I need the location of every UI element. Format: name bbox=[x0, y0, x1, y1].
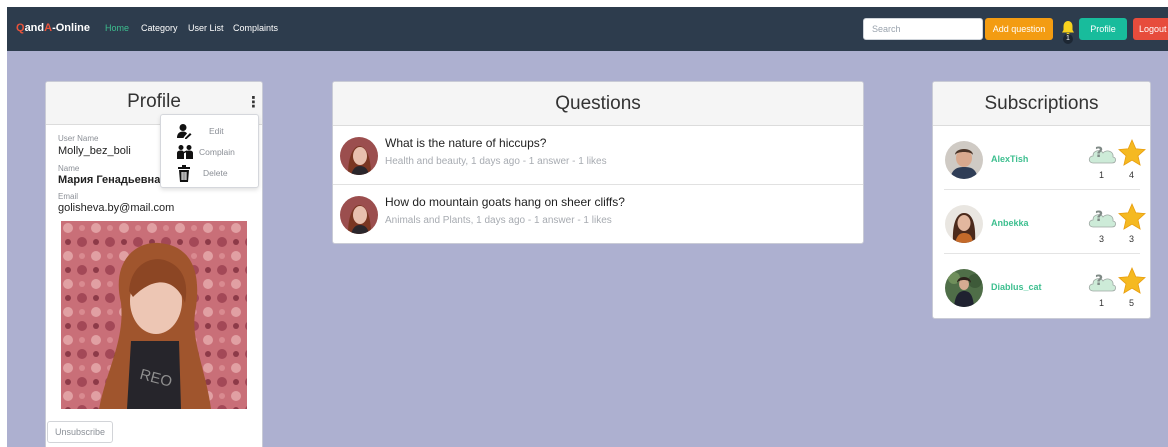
subscription-avatar[interactable] bbox=[945, 141, 983, 179]
trash-icon bbox=[178, 165, 190, 182]
subscription-divider bbox=[944, 189, 1140, 190]
dropdown-delete[interactable]: Delete bbox=[161, 163, 260, 184]
username-value: Molly_bez_boli bbox=[58, 145, 131, 157]
question-author-avatar bbox=[340, 196, 378, 234]
nav-user-list[interactable]: User List bbox=[188, 23, 224, 33]
add-question-button[interactable]: Add question bbox=[985, 18, 1053, 40]
brand-and: and bbox=[24, 22, 45, 34]
subscription-item: Anbekka ? 3 3 bbox=[933, 196, 1150, 260]
subscription-name[interactable]: Diablus_cat bbox=[991, 282, 1042, 292]
subscription-name[interactable]: AlexTish bbox=[991, 154, 1028, 164]
svg-text:?: ? bbox=[1095, 273, 1103, 289]
questions-count: 3 bbox=[1099, 234, 1105, 244]
complain-icon bbox=[177, 145, 193, 159]
dropdown-edit[interactable]: Edit bbox=[161, 121, 260, 142]
cloud-question-icon: ? bbox=[1088, 273, 1116, 292]
svg-text:?: ? bbox=[1095, 145, 1103, 161]
brand-a: A bbox=[44, 22, 53, 34]
dropdown-complain[interactable]: Complain bbox=[161, 142, 260, 163]
email-label: Email bbox=[58, 192, 79, 201]
subscription-avatar[interactable] bbox=[945, 205, 983, 243]
notification-badge: 1 bbox=[1063, 34, 1073, 44]
profile-dropdown-menu: Edit Complain Delete bbox=[160, 114, 259, 188]
subscriptions-card-title: Subscriptions bbox=[933, 82, 1150, 126]
star-icon bbox=[1118, 267, 1146, 294]
notifications-button[interactable]: 1 bbox=[1060, 20, 1076, 46]
star-icon bbox=[1118, 139, 1146, 166]
profile-card: Profile ⋮ User Name Molly_bez_boli Name … bbox=[45, 81, 263, 447]
question-title[interactable]: How do mountain goats hang on sheer clif… bbox=[385, 195, 625, 209]
nav-category[interactable]: Category bbox=[141, 23, 178, 33]
question-meta: Animals and Plants, 1 days ago - 1 answe… bbox=[385, 215, 612, 226]
kebab-menu-icon[interactable]: ⋮ bbox=[246, 94, 261, 112]
search-input[interactable] bbox=[863, 18, 983, 40]
brand-logo[interactable]: QandA-Online bbox=[16, 22, 90, 34]
question-title[interactable]: What is the nature of hiccups? bbox=[385, 136, 546, 150]
subscription-divider bbox=[944, 253, 1140, 254]
subscription-item: Diablus_cat ? 1 5 bbox=[933, 260, 1150, 318]
logout-button[interactable]: Logout bbox=[1133, 18, 1168, 40]
cloud-question-icon: ? bbox=[1088, 209, 1116, 228]
name-value: Мария Генадьевна bbox=[58, 174, 161, 186]
question-meta: Health and beauty, 1 days ago - 1 answer… bbox=[385, 156, 607, 167]
likes-count: 3 bbox=[1129, 234, 1135, 244]
cloud-question-icon: ? bbox=[1088, 145, 1116, 164]
question-author-avatar bbox=[340, 137, 378, 175]
subscription-name[interactable]: Anbekka bbox=[991, 218, 1029, 228]
brand-rest: -Online bbox=[52, 22, 90, 34]
profile-button[interactable]: Profile bbox=[1079, 18, 1127, 40]
email-value: golisheva.by@mail.com bbox=[58, 202, 175, 214]
question-row[interactable]: How do mountain goats hang on sheer clif… bbox=[333, 186, 863, 243]
nav-home[interactable]: Home bbox=[105, 23, 129, 33]
subscription-item: AlexTish ? 1 4 bbox=[933, 132, 1150, 196]
brand-q: Q bbox=[16, 22, 25, 34]
questions-card-title: Questions bbox=[333, 82, 863, 126]
dropdown-edit-label: Edit bbox=[209, 126, 224, 136]
nav-complaints[interactable]: Complaints bbox=[233, 23, 278, 33]
navbar: QandA-Online Home Category User List Com… bbox=[7, 7, 1168, 51]
question-row[interactable]: What is the nature of hiccups? Health an… bbox=[333, 127, 863, 185]
app-window: QandA-Online Home Category User List Com… bbox=[7, 7, 1168, 447]
questions-count: 1 bbox=[1099, 170, 1105, 180]
svg-text:?: ? bbox=[1095, 209, 1103, 225]
questions-count: 1 bbox=[1099, 298, 1105, 308]
subscription-avatar[interactable] bbox=[945, 269, 983, 307]
dropdown-complain-label: Complain bbox=[199, 147, 235, 157]
dropdown-delete-label: Delete bbox=[203, 168, 228, 178]
questions-card: Questions What is the nature of hiccups?… bbox=[332, 81, 864, 244]
star-icon bbox=[1118, 203, 1146, 230]
username-label: User Name bbox=[58, 134, 99, 143]
profile-photo: REO bbox=[61, 221, 247, 409]
likes-count: 4 bbox=[1129, 170, 1135, 180]
likes-count: 5 bbox=[1129, 298, 1135, 308]
name-label: Name bbox=[58, 164, 80, 173]
subscriptions-card: Subscriptions AlexTish ? 1 4 Anbekka ? 3… bbox=[932, 81, 1151, 319]
user-edit-icon bbox=[177, 124, 192, 139]
unsubscribe-button[interactable]: Unsubscribe bbox=[47, 421, 113, 443]
